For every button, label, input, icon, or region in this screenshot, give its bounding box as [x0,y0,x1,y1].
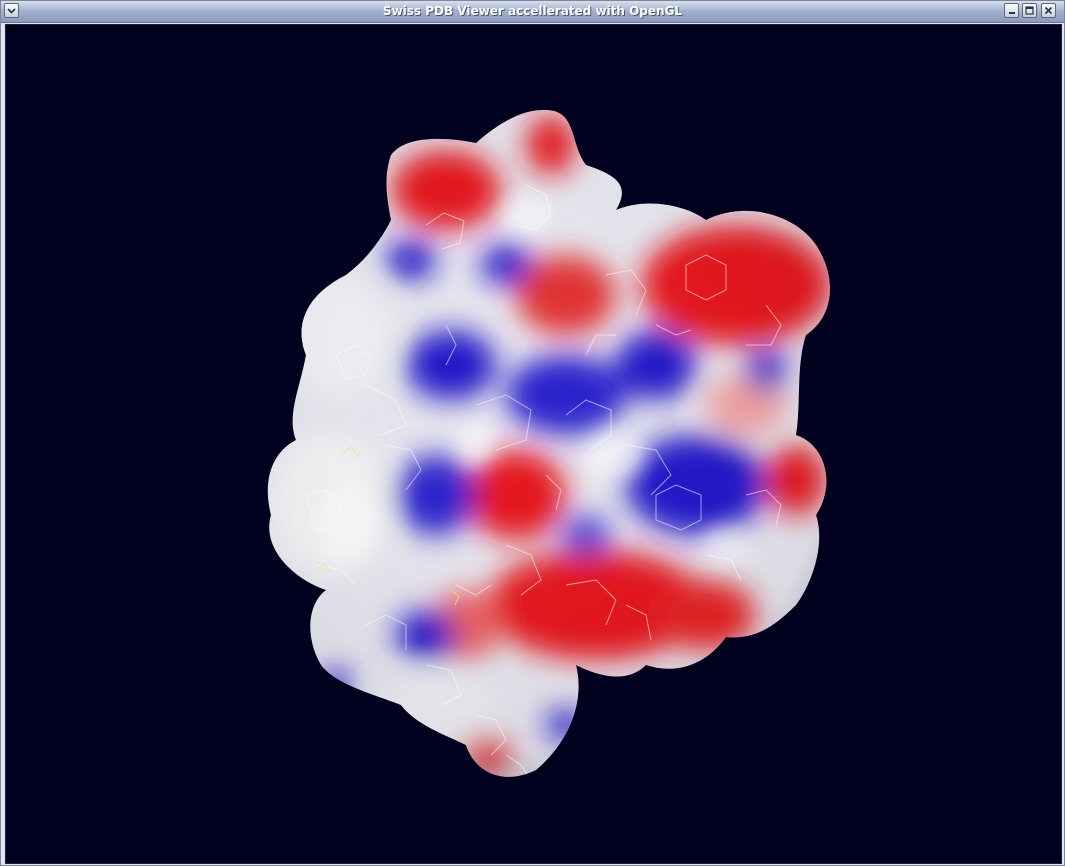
opengl-viewport[interactable] [5,24,1062,864]
close-button[interactable] [1041,3,1056,18]
molecule-surface-render [267,109,830,777]
application-window: Swiss PDB Viewer accellerated with OpenG… [0,0,1065,866]
close-icon [1044,6,1053,15]
window-title: Swiss PDB Viewer accellerated with OpenG… [382,4,683,18]
minimize-icon [1008,7,1016,15]
minimize-button[interactable] [1004,3,1019,18]
title-bar[interactable]: Swiss PDB Viewer accellerated with OpenG… [1,1,1064,23]
maximize-button[interactable] [1022,3,1037,18]
maximize-icon [1025,6,1034,15]
